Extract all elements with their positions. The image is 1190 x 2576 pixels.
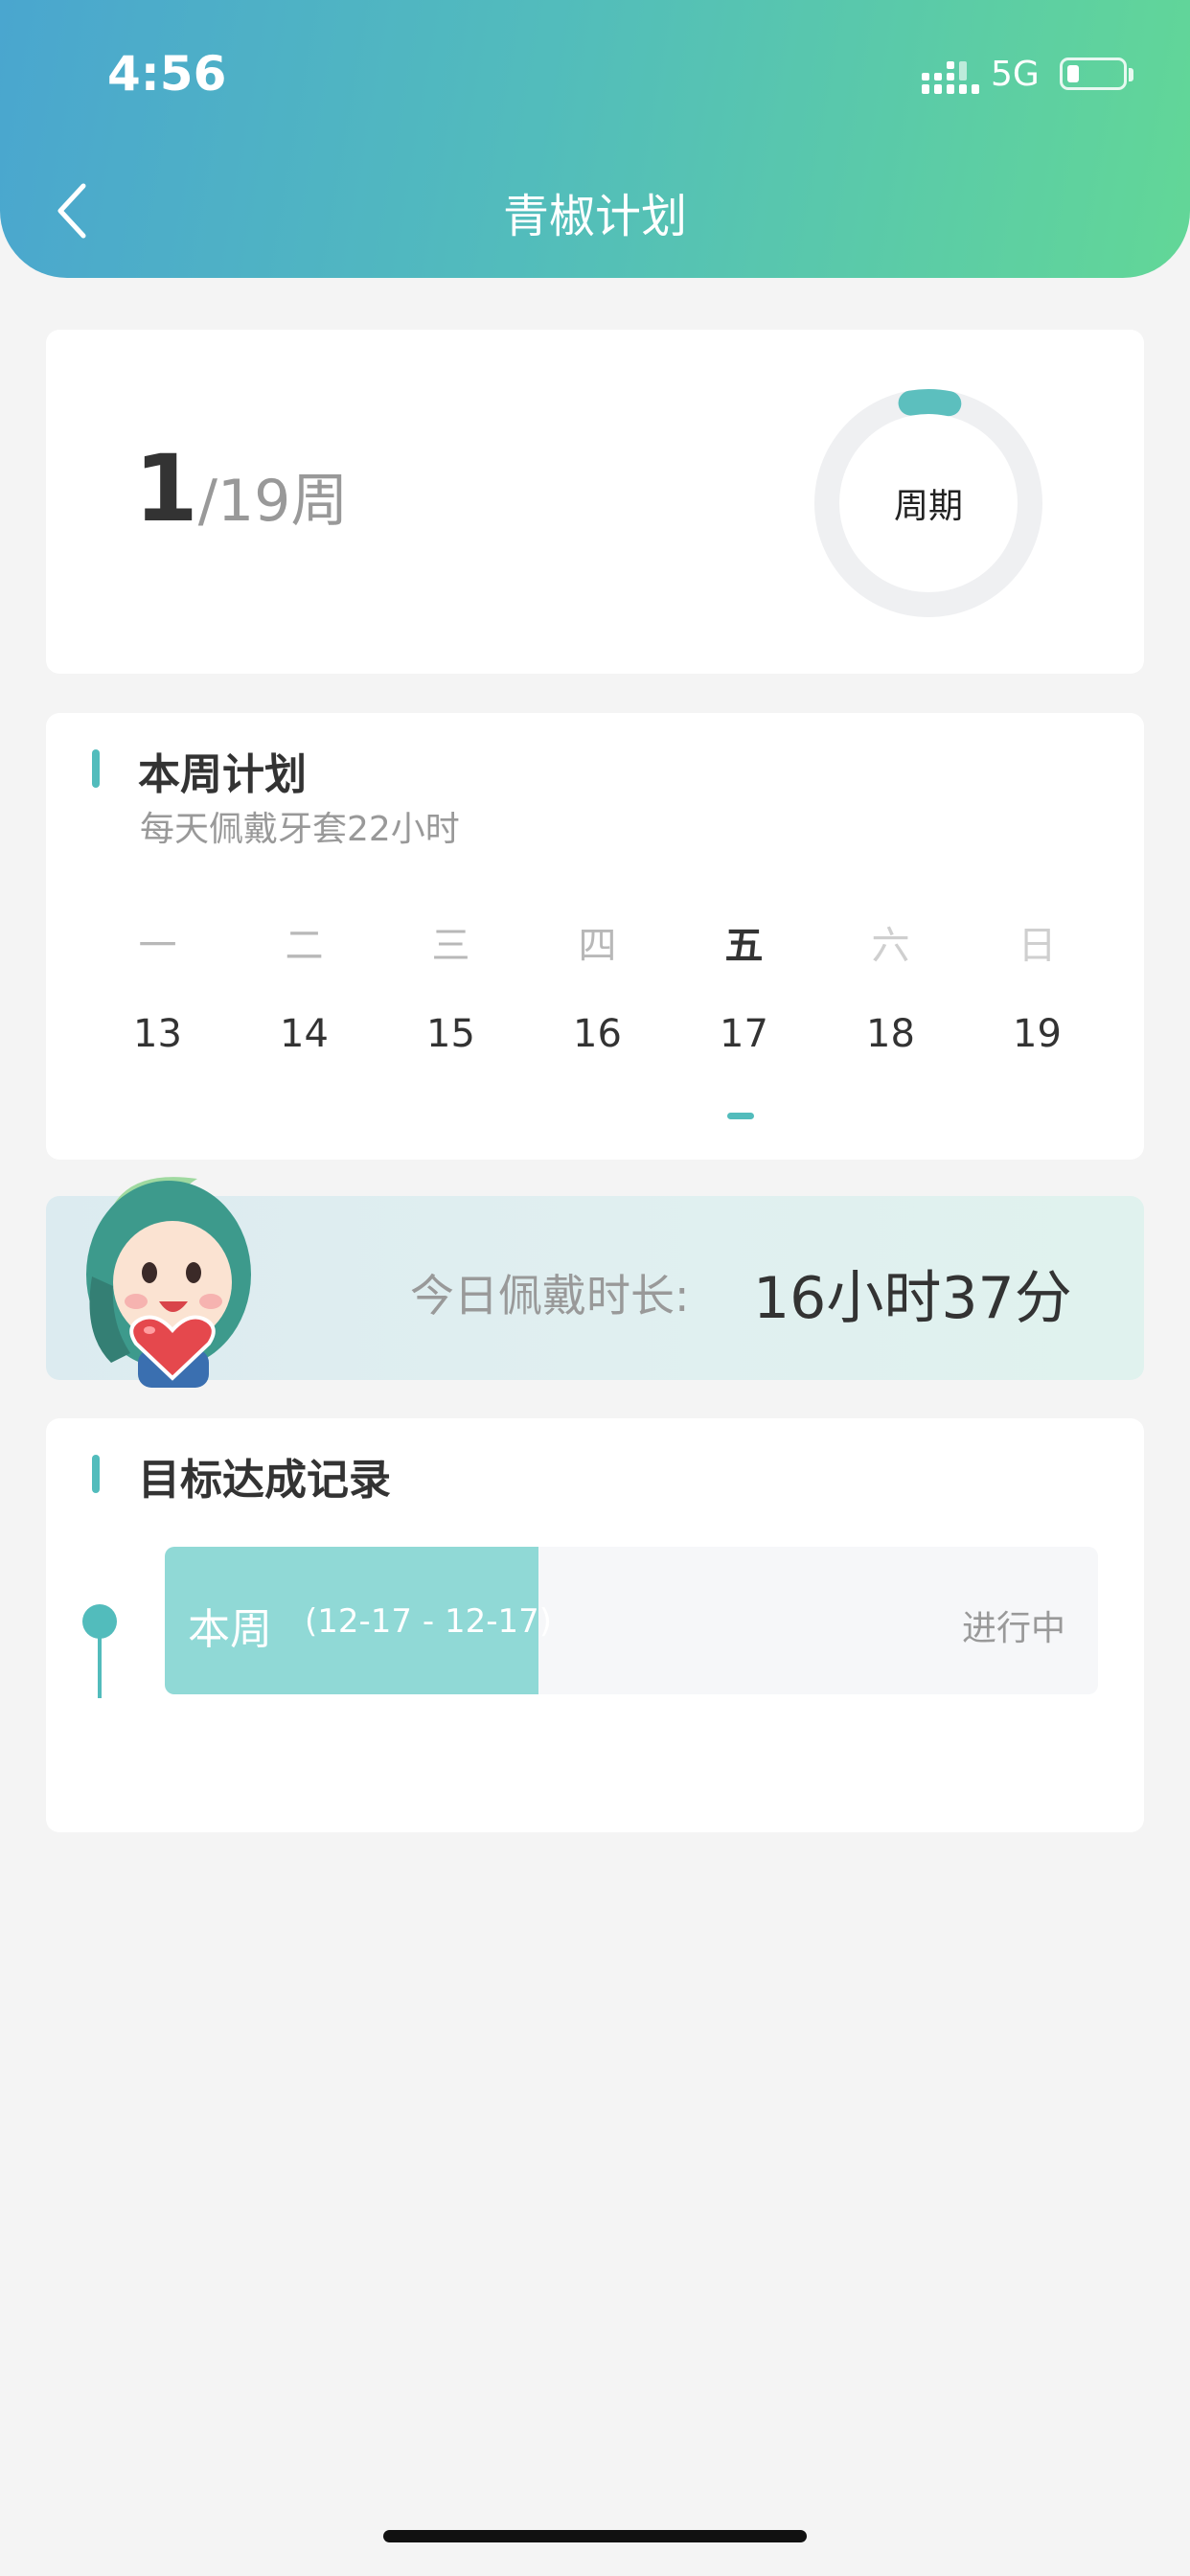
- current-week: 1: [134, 435, 198, 542]
- weekday-label: 三: [431, 924, 470, 968]
- network-type: 5G: [991, 55, 1040, 94]
- timeline-dot: [82, 1604, 117, 1639]
- status-time: 4:56: [107, 46, 227, 102]
- day-column[interactable]: 一 13: [84, 914, 231, 1056]
- section-accent-bar: [92, 1455, 100, 1493]
- week-progress: 1/19周: [134, 435, 348, 542]
- pepper-mascot-icon: [86, 1177, 251, 1388]
- weekday-label: 四: [578, 924, 617, 968]
- signal-icon: [922, 61, 979, 94]
- week-plan-title: 本周计划: [138, 750, 307, 799]
- battery-cap: [1129, 68, 1133, 81]
- weekday-label: 六: [871, 924, 910, 968]
- day-column-selected[interactable]: 五 17: [671, 914, 817, 1056]
- wear-time-value: 16小时37分: [753, 1265, 1072, 1332]
- wear-time-label: 今日佩戴时长:: [410, 1270, 690, 1322]
- date-label: 14: [280, 1012, 329, 1056]
- total-weeks: /19周: [197, 468, 349, 535]
- date-label: 16: [573, 1012, 622, 1056]
- day-column[interactable]: 四 16: [524, 914, 671, 1056]
- day-column[interactable]: 日 19: [964, 914, 1110, 1056]
- battery-level: [1067, 65, 1079, 82]
- section-accent-bar: [92, 749, 100, 788]
- cycle-ring-label: 周期: [893, 487, 963, 526]
- date-label: 13: [133, 1012, 182, 1056]
- week-plan-card: 本周计划 每天佩戴牙套22小时 一 13 二 14 三 15 四 16 五 17 六 18 …: [46, 713, 1144, 1160]
- weekday-label: 一: [138, 924, 177, 968]
- date-label: 15: [426, 1012, 475, 1056]
- weekday-label: 日: [1018, 924, 1057, 968]
- selected-day-indicator: [727, 1113, 754, 1119]
- day-column[interactable]: 二 14: [231, 914, 378, 1056]
- timeline-line: [98, 1629, 102, 1698]
- weekday-label: 二: [285, 924, 324, 968]
- date-label: 19: [1013, 1012, 1062, 1056]
- record-item[interactable]: 本周 (12-17 - 12-17) 进行中: [165, 1547, 1098, 1694]
- battery-icon: [1060, 58, 1127, 90]
- week-plan-subtitle: 每天佩戴牙套22小时: [140, 810, 460, 849]
- goal-records-title: 目标达成记录: [138, 1456, 391, 1505]
- date-label: 17: [720, 1012, 768, 1056]
- day-column[interactable]: 三 15: [378, 914, 524, 1056]
- date-label: 18: [866, 1012, 915, 1056]
- home-indicator[interactable]: [383, 2530, 807, 2542]
- page-title: 青椒计划: [502, 190, 687, 243]
- day-column[interactable]: 六 18: [817, 914, 964, 1056]
- weekday-label: 五: [724, 924, 764, 968]
- cycle-card: 1/19周 周期: [46, 330, 1144, 674]
- week-days: 一 13 二 14 三 15 四 16 五 17 六 18 日 19: [84, 914, 1111, 1056]
- record-date-range: (12-17 - 12-17): [305, 1602, 553, 1641]
- record-name: 本周: [188, 1605, 272, 1654]
- record-status: 进行中: [961, 1609, 1065, 1648]
